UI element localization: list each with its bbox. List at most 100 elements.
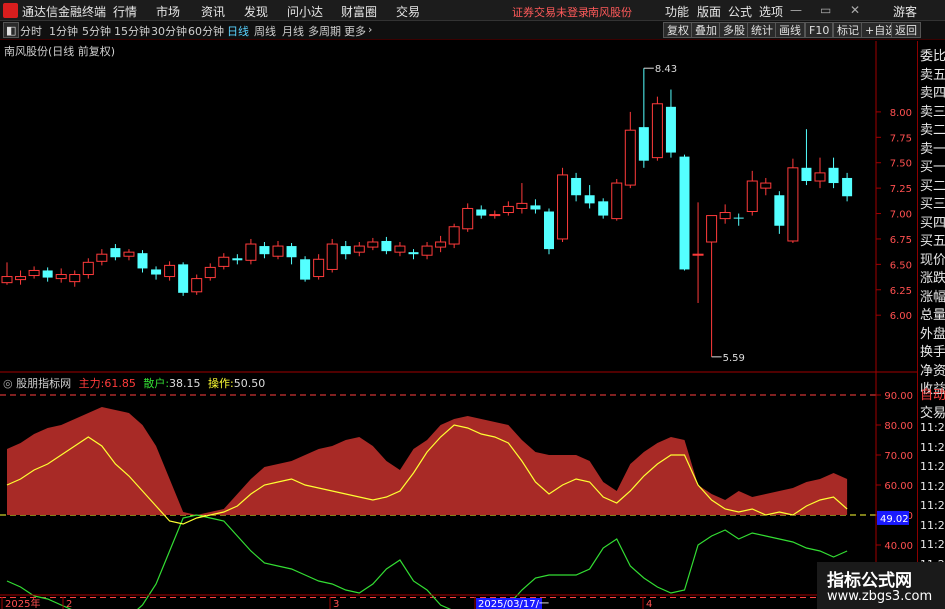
candle-body[interactable]	[774, 195, 785, 226]
menu-trade[interactable]: 交易	[396, 3, 420, 20]
period-tab-15min[interactable]: 15分钟	[114, 23, 150, 39]
candle-body[interactable]	[42, 270, 53, 278]
period-tab-multi[interactable]: 多周期	[308, 23, 341, 39]
candle-body[interactable]	[15, 276, 27, 281]
f10-button[interactable]: F10	[805, 22, 834, 38]
candle-body[interactable]	[204, 266, 216, 279]
multi-stock-button[interactable]: 多股	[719, 22, 749, 38]
candle-body[interactable]	[814, 172, 826, 182]
mark-button[interactable]: 标记	[833, 22, 863, 38]
candle-body[interactable]	[476, 209, 487, 216]
draw-line-button[interactable]: 画线	[775, 22, 805, 38]
period-tab-1min[interactable]: 1分钟	[49, 23, 78, 39]
period-tab-daily[interactable]: 日线	[227, 23, 249, 39]
candle-body[interactable]	[530, 205, 541, 210]
period-tab-intraday[interactable]: 分时	[20, 23, 42, 39]
candle-body[interactable]	[178, 264, 189, 293]
candle-body[interactable]	[381, 240, 392, 252]
candle-body[interactable]	[679, 156, 690, 270]
menu-market[interactable]: 市场	[156, 3, 180, 20]
candle-body[interactable]	[584, 195, 595, 204]
period-tab-5min[interactable]: 5分钟	[82, 23, 111, 39]
candle-body[interactable]	[232, 258, 243, 261]
statistics-button[interactable]: 统计	[747, 22, 777, 38]
guest-user[interactable]: 游客	[893, 3, 917, 20]
candle-body[interactable]	[367, 241, 379, 248]
overlay-button[interactable]: 叠加	[691, 22, 721, 38]
period-tab-monthly[interactable]: 月线	[282, 23, 304, 39]
candle-body[interactable]	[55, 274, 67, 280]
candle-body[interactable]	[692, 253, 704, 256]
candle-body[interactable]	[489, 214, 501, 217]
candle-body[interactable]	[706, 215, 718, 243]
candle-body[interactable]	[448, 226, 460, 245]
candle-body[interactable]	[746, 180, 758, 213]
menu-discover[interactable]: 发现	[244, 3, 268, 20]
candle-body[interactable]	[110, 248, 121, 258]
candle-body[interactable]	[638, 127, 649, 161]
candle-body[interactable]	[137, 253, 148, 269]
toggle-panel-icon[interactable]: ◧	[3, 22, 20, 38]
adjust-button[interactable]: 复权	[663, 22, 693, 38]
close-icon[interactable]: ✕	[850, 3, 860, 17]
candle-body[interactable]	[123, 251, 135, 257]
candle-body[interactable]	[611, 182, 623, 220]
candle-body[interactable]	[801, 167, 812, 182]
menu-layout[interactable]: 版面	[697, 3, 721, 20]
period-tab-more[interactable]: 更多	[344, 23, 366, 39]
candle-body[interactable]	[408, 252, 419, 255]
candle-body[interactable]	[760, 182, 772, 189]
candle-body[interactable]	[326, 243, 338, 270]
candle-body[interactable]	[571, 177, 582, 196]
candle-body[interactable]	[300, 259, 311, 280]
menu-formula[interactable]: 公式	[728, 3, 752, 20]
candle-body[interactable]	[557, 174, 569, 240]
candle-body[interactable]	[394, 245, 406, 253]
period-tab-60min[interactable]: 60分钟	[188, 23, 224, 39]
candle-body[interactable]	[598, 201, 609, 216]
candle-body[interactable]	[286, 246, 297, 258]
candle-body[interactable]	[28, 269, 40, 277]
candlestick-chart[interactable]: 6.00 6.25 6.50 6.75 7.00 7.25 7.50 7.75 8.00 8.43…	[1, 64, 912, 364]
menu-options[interactable]: 选项	[759, 3, 783, 20]
candle-body[interactable]	[665, 106, 676, 153]
candle-body[interactable]	[313, 258, 325, 278]
candle-body[interactable]	[516, 202, 528, 209]
candle-body[interactable]	[842, 177, 853, 197]
candle-body[interactable]	[624, 129, 636, 186]
candle-body[interactable]	[421, 245, 433, 256]
candle-body[interactable]	[259, 246, 270, 255]
candle-body[interactable]	[353, 245, 365, 253]
main-force-area[interactable]	[7, 407, 848, 515]
menu-market-quotes[interactable]: 行情	[113, 3, 137, 20]
candle-body[interactable]	[164, 264, 176, 278]
back-button[interactable]: 返回	[891, 22, 921, 38]
candle-body[interactable]	[1, 276, 13, 284]
menu-wealth-circle[interactable]: 财富圈	[341, 3, 377, 20]
indicator-settings-icon[interactable]: ◎	[3, 377, 13, 390]
indicator-name[interactable]: 股朋指标网	[16, 377, 71, 390]
minimize-icon[interactable]: —	[790, 3, 802, 17]
candle-body[interactable]	[151, 269, 162, 275]
candle-body[interactable]	[733, 217, 744, 219]
candle-body[interactable]	[435, 241, 447, 248]
candle-body[interactable]	[462, 207, 474, 230]
candle-body[interactable]	[651, 103, 663, 159]
indicator-chart[interactable]: 30.0040.0050.0060.0070.0080.0090.0049.02	[0, 391, 913, 609]
menu-wenxiaoda[interactable]: 问小达	[287, 3, 323, 20]
period-tab-weekly[interactable]: 周线	[254, 23, 276, 39]
candle-body[interactable]	[96, 253, 108, 262]
candle-body[interactable]	[245, 243, 257, 261]
candle-body[interactable]	[272, 245, 284, 257]
menu-function[interactable]: 功能	[665, 3, 689, 20]
candle-body[interactable]	[191, 278, 203, 293]
candle-body[interactable]	[82, 261, 94, 276]
candle-body[interactable]	[719, 212, 731, 220]
candle-body[interactable]	[502, 205, 514, 214]
chart-area[interactable]: 6.00 6.25 6.50 6.75 7.00 7.25 7.50 7.75 8.00 8.43…	[0, 41, 917, 609]
candle-body[interactable]	[828, 167, 839, 184]
chevron-right-icon[interactable]: ›	[368, 23, 372, 36]
broker-login-status[interactable]: 证券交易未登录	[512, 4, 589, 20]
candle-body[interactable]	[340, 246, 351, 255]
candle-body[interactable]	[787, 167, 799, 242]
